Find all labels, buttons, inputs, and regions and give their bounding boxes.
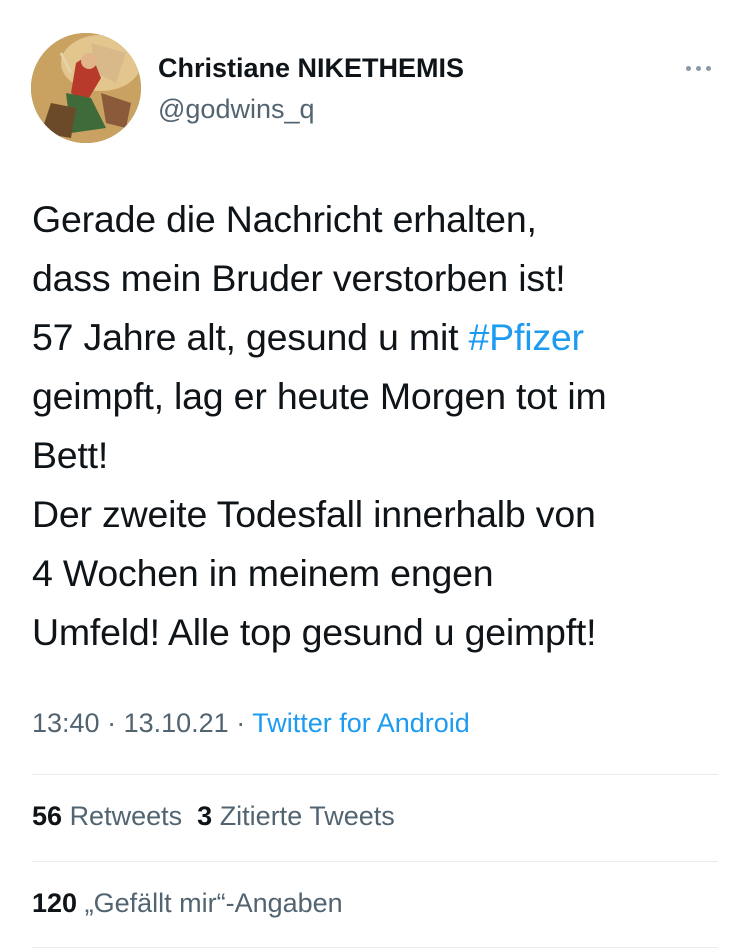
likes-link[interactable]: 120 „Gefällt mir“-Angaben <box>32 888 343 918</box>
quotes-count: 3 <box>197 801 213 831</box>
tweet-meta: 13:40 · 13.10.21 · Twitter for Android <box>32 708 470 739</box>
retweets-count: 56 <box>32 801 63 831</box>
tweet-line: dass mein Bruder verstorben ist! <box>32 257 566 299</box>
tweet-detail: Christiane NIKETHEMIS @godwins_q Gerade … <box>0 0 749 952</box>
divider <box>32 861 718 862</box>
divider <box>32 774 718 775</box>
retweets-label: Retweets <box>69 801 183 831</box>
avatar[interactable] <box>31 33 141 143</box>
likes-stats: 120 „Gefällt mir“-Angaben <box>32 888 343 919</box>
tweet-text: Gerade die Nachricht erhalten, dass mein… <box>32 190 732 662</box>
likes-label: „Gefällt mir“-Angaben <box>84 888 343 918</box>
separator: · <box>228 708 253 738</box>
dot <box>705 65 711 71</box>
more-options-icon[interactable] <box>676 58 720 78</box>
tweet-line: 4 Wochen in meinem engen <box>32 552 494 594</box>
tweet-line: geimpft, lag er heute Morgen tot im <box>32 375 607 417</box>
author-display-name[interactable]: Christiane NIKETHEMIS <box>158 53 464 84</box>
tweet-time[interactable]: 13:40 <box>32 708 100 738</box>
tweet-line: Umfeld! Alle top gesund u geimpft! <box>32 611 597 653</box>
dot <box>685 65 691 71</box>
quotes-label: Zitierte Tweets <box>219 801 395 831</box>
likes-count: 120 <box>32 888 78 918</box>
quote-tweets-link[interactable]: 3 Zitierte Tweets <box>197 801 395 831</box>
author-handle[interactable]: @godwins_q <box>158 94 315 125</box>
retweets-link[interactable]: 56 Retweets <box>32 801 182 831</box>
hashtag-link[interactable]: #Pfizer <box>469 316 585 358</box>
retweet-stats: 56 Retweets 3 Zitierte Tweets <box>32 801 395 832</box>
tweet-line: Bett! <box>32 434 109 476</box>
tweet-line: Der zweite Todesfall innerhalb von <box>32 493 596 535</box>
tweet-date[interactable]: 13.10.21 <box>124 708 229 738</box>
tweet-line-text: 57 Jahre alt, gesund u mit <box>32 316 469 358</box>
separator: · <box>99 708 124 738</box>
tweet-line: 57 Jahre alt, gesund u mit #Pfizer <box>32 308 732 367</box>
divider <box>32 947 718 948</box>
tweet-line: Gerade die Nachricht erhalten, <box>32 198 537 240</box>
tweet-source-link[interactable]: Twitter for Android <box>252 708 470 738</box>
dot <box>695 65 701 71</box>
